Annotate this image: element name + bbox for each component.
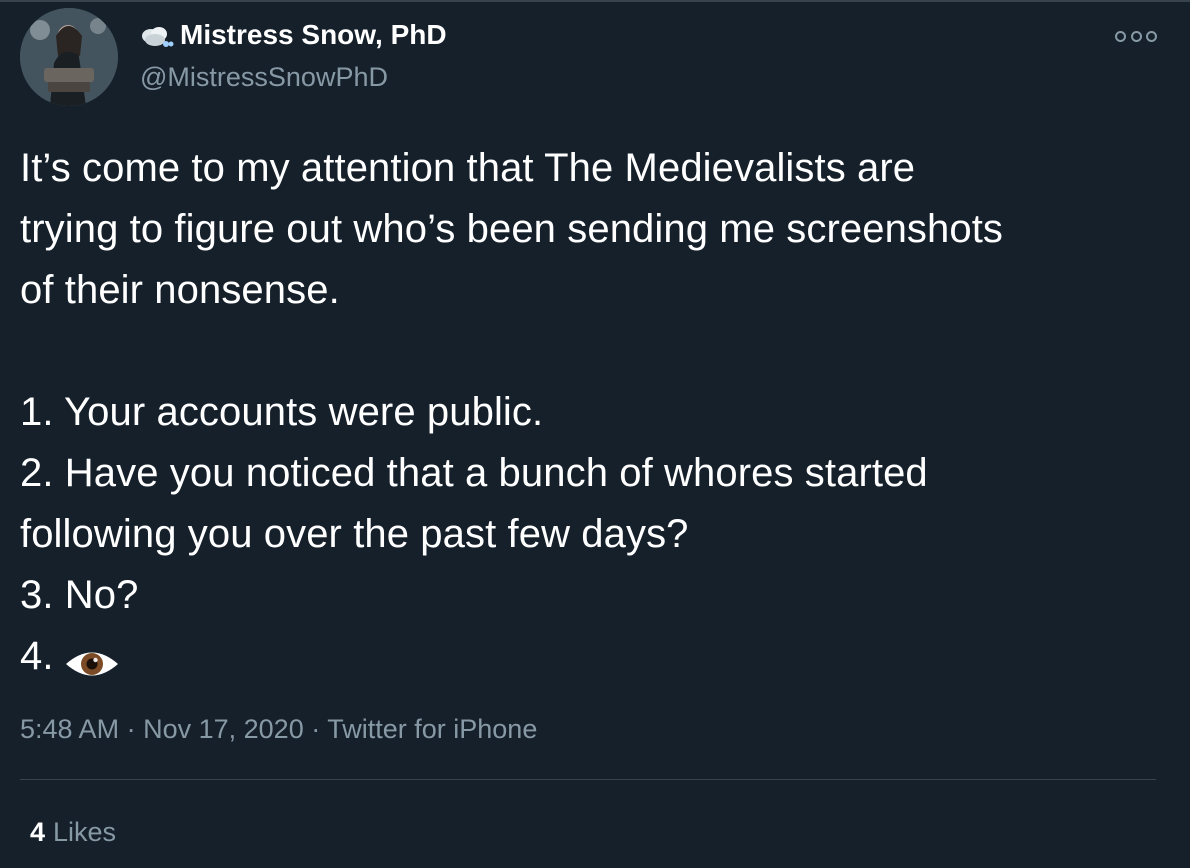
tweet-line: 2. Have you noticed that a bunch of whor… bbox=[20, 451, 928, 495]
likes-count: 4 bbox=[30, 817, 46, 847]
tweet-date[interactable]: Nov 17, 2020 bbox=[143, 714, 304, 744]
avatar[interactable] bbox=[20, 8, 118, 106]
tweet-time[interactable]: 5:48 AM bbox=[20, 714, 119, 744]
author-name: Mistress Snow, PhD bbox=[180, 19, 447, 50]
tweet-line: 1. Your accounts were public. bbox=[20, 390, 544, 434]
tweet-line: 4. bbox=[20, 634, 54, 678]
meta-separator: · bbox=[126, 714, 136, 744]
tweet-line: trying to figure out who’s been sending … bbox=[20, 207, 1004, 251]
tweet-source[interactable]: Twitter for iPhone bbox=[327, 714, 537, 744]
snow-cloud-icon bbox=[140, 23, 174, 47]
top-divider bbox=[0, 0, 1190, 2]
tweet-metadata: 5:48 AM · Nov 17, 2020 · Twitter for iPh… bbox=[20, 711, 537, 747]
tweet-line: 3. No? bbox=[20, 573, 139, 617]
eye-icon bbox=[64, 638, 120, 676]
divider bbox=[20, 779, 1156, 780]
author-handle[interactable]: @MistressSnowPhD bbox=[140, 60, 388, 94]
tweet-line: following you over the past few days? bbox=[20, 512, 689, 556]
tweet-text: It’s come to my attention that The Medie… bbox=[20, 138, 1170, 687]
likes-label: Likes bbox=[53, 817, 117, 847]
tweet-line-last: 4. bbox=[20, 626, 1170, 687]
tweet-line: of their nonsense. bbox=[20, 268, 340, 312]
likes-link[interactable]: 4 Likes bbox=[30, 814, 116, 850]
more-options-icon[interactable] bbox=[1115, 26, 1157, 46]
display-name[interactable]: Mistress Snow, PhD bbox=[140, 18, 447, 52]
tweet-line: It’s come to my attention that The Medie… bbox=[20, 146, 916, 190]
meta-separator: · bbox=[311, 714, 321, 744]
